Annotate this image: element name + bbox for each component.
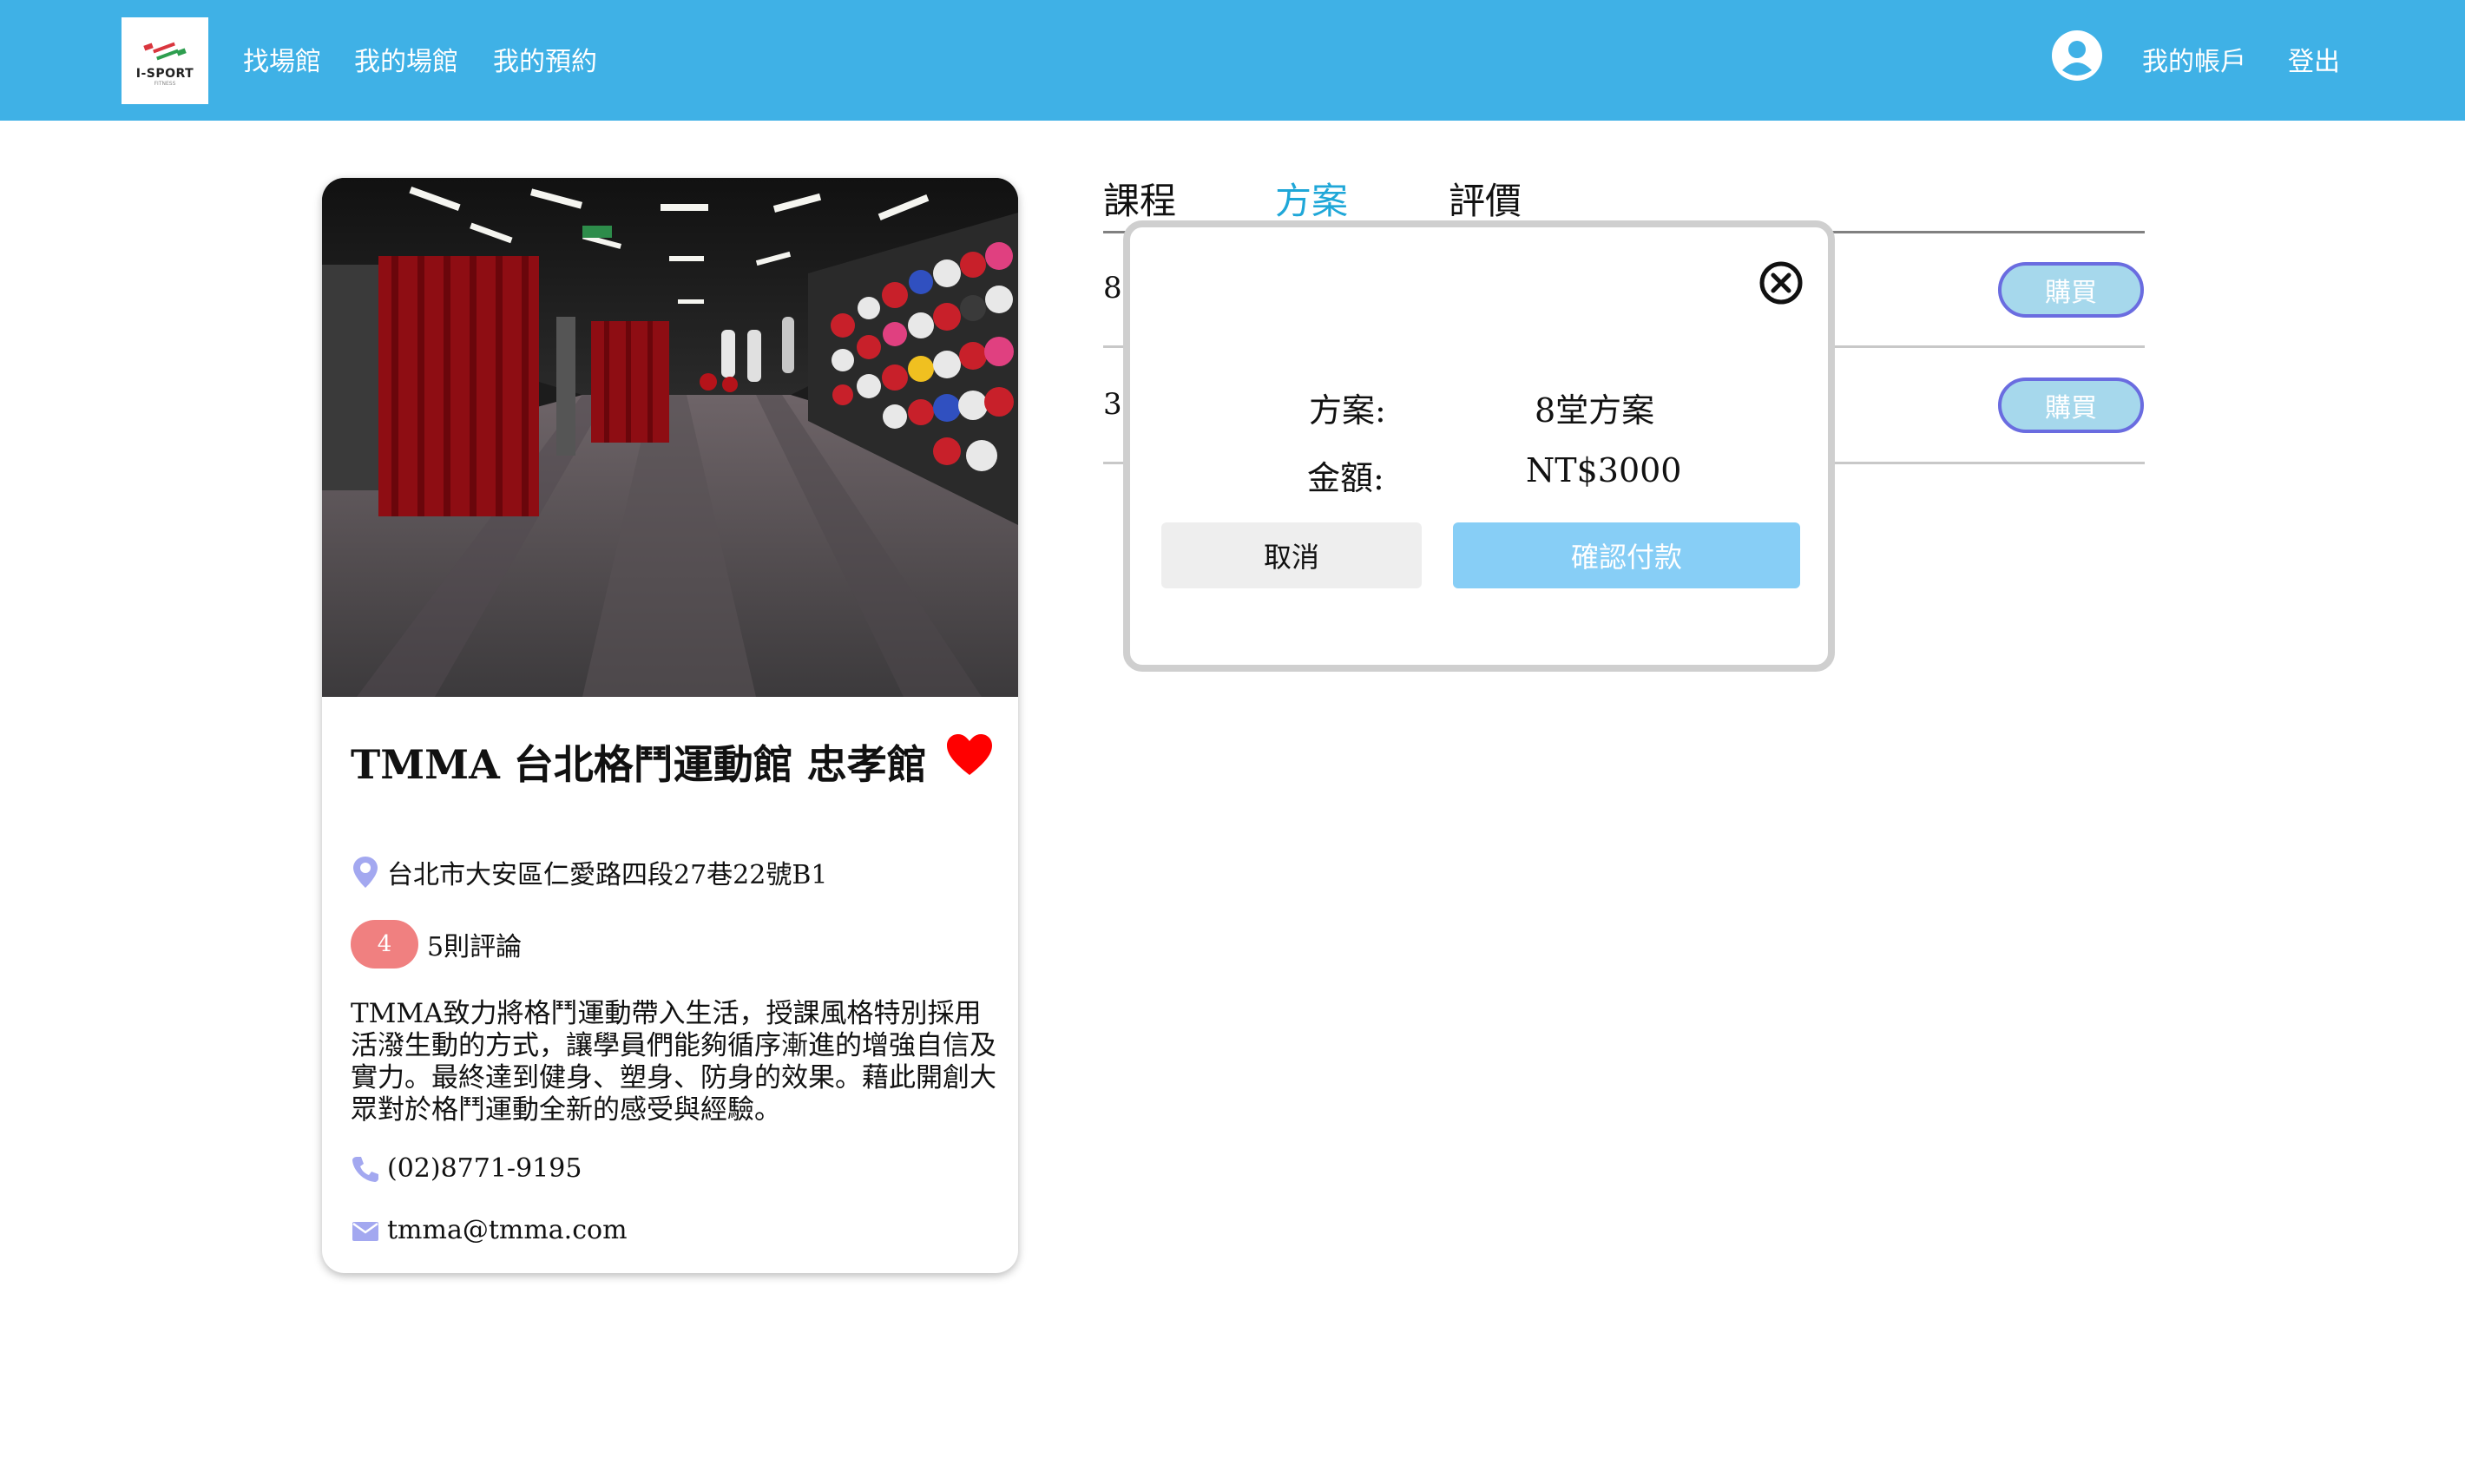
rating-badge: 4 [351,920,418,969]
location-pin-icon [353,857,378,888]
plan-label: 方案: [1309,391,1386,430]
heart-icon[interactable] [945,733,994,777]
plan-label-1: 8 [1103,271,1122,305]
amount-label: 金額: [1307,459,1384,497]
gym-card: TMMA 台北格鬥運動館 忠孝館 台北市大安區仁愛路四段27巷22號B1 4 5… [322,178,1018,1273]
confirm-payment-button[interactable]: 確認付款 [1453,522,1800,588]
tab-plans[interactable]: 方案 [1275,172,1348,225]
top-navbar: I-SPORT FITNESS 找場館 我的場館 我的預約 我的帳戶 登出 [0,0,2465,121]
email-text[interactable]: tmma@tmma.com [387,1215,628,1245]
user-avatar-icon[interactable] [2052,30,2102,81]
address-row: 台北市大安區仁愛路四段27巷22號B1 [351,853,827,891]
gym-description: TMMA致力將格鬥運動帶入生活，授課風格特別採用活潑生動的方式，讓學員們能夠循序… [351,998,996,1126]
gym-name: TMMA 台北格鬥運動館 忠孝館 [351,741,927,788]
logout-link[interactable]: 登出 [2288,40,2340,78]
rating-row: 4 5則評論 [351,920,522,969]
logo-subtext: FITNESS [154,80,176,87]
tab-reviews[interactable]: 評價 [1449,172,1522,225]
nav-link-my-bookings[interactable]: 我的預約 [493,40,597,78]
dumbbell-logo-icon [143,42,187,60]
cancel-button[interactable]: 取消 [1161,522,1422,588]
phone-row: (02)8771-9195 [351,1153,582,1184]
review-count[interactable]: 5則評論 [427,925,522,963]
logo-text: I-SPORT [135,66,194,81]
phone-text[interactable]: (02)8771-9195 [387,1153,582,1184]
my-account-link[interactable]: 我的帳戶 [2142,40,2246,78]
gym-photo [322,178,1018,697]
nav-link-my-gyms[interactable]: 我的場館 [354,40,458,78]
plan-value: 8堂方案 [1535,391,1655,430]
tab-courses[interactable]: 課程 [1103,172,1176,225]
amount-value: NT$3000 [1526,451,1682,489]
email-row: tmma@tmma.com [351,1215,628,1245]
address-text: 台北市大安區仁愛路四段27巷22號B1 [387,860,828,890]
nav-link-find-gym[interactable]: 找場館 [243,40,321,78]
mail-icon [352,1221,378,1241]
brand-logo[interactable]: I-SPORT FITNESS [122,17,208,104]
buy-button-1[interactable]: 購買 [1998,262,2144,318]
phone-icon [352,1156,378,1182]
payment-confirm-modal: 方案: 8堂方案 金額: NT$3000 取消 確認付款 [1123,220,1835,672]
buy-button-2[interactable]: 購買 [1998,378,2144,433]
close-circle-icon[interactable] [1757,259,1805,307]
